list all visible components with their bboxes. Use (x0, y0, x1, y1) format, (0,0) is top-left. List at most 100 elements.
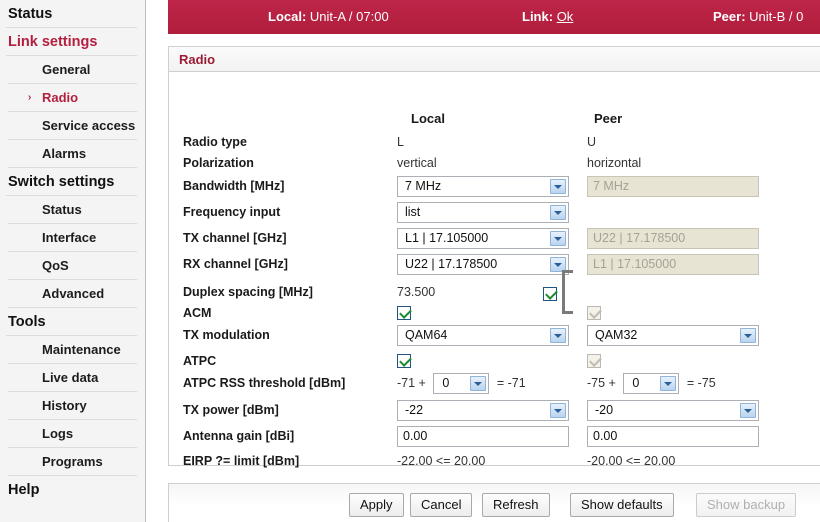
sidebar-navigation: Status Link settings General › Radio Ser… (0, 0, 146, 522)
local-label: Local: (268, 9, 307, 24)
atpc-rss-peer-base: -75 + (587, 376, 616, 390)
sidebar-item-advanced[interactable]: Advanced (8, 280, 137, 308)
atpc-rss-peer-offset-value: 0 (632, 376, 640, 390)
sidebar-item-label: General (42, 62, 91, 77)
row-tx-channel: TX channel [GHz] L1 | 17.105000 U22 | 17… (169, 228, 820, 254)
sidebar-item-radio[interactable]: › Radio (8, 84, 137, 112)
panel-title: Radio (169, 47, 820, 72)
antenna-gain-peer-input[interactable]: 0.00 (587, 426, 759, 447)
sidebar-item-switch-status[interactable]: Status (8, 196, 137, 224)
apply-button[interactable]: Apply (349, 493, 404, 517)
antenna-gain-local-input[interactable]: 0.00 (397, 426, 569, 447)
chevron-down-icon[interactable] (550, 231, 566, 246)
row-atpc-rss-threshold: ATPC RSS threshold [dBm] -71 + 0 = -71 -… (169, 373, 820, 399)
sidebar-item-label: Maintenance (42, 342, 121, 357)
sidebar-item-service-access[interactable]: Service access (8, 112, 137, 140)
sidebar-item-general[interactable]: General (8, 56, 137, 84)
atpc-rss-peer-result: = -75 (686, 376, 716, 390)
eirp-peer-value: -20.00 <= 20.00 (587, 454, 676, 468)
tx-channel-local-select[interactable]: L1 | 17.105000 (397, 228, 569, 249)
sidebar-item-label: Link settings (8, 34, 98, 50)
show-defaults-button[interactable]: Show defaults (570, 493, 674, 517)
bandwidth-label: Bandwidth [MHz] (183, 179, 285, 193)
row-frequency-input: Frequency input list (169, 202, 820, 228)
link-status: Link: Ok (522, 0, 573, 34)
row-rx-channel: RX channel [GHz] U22 | 17.178500 L1 | 17… (169, 254, 820, 280)
sidebar-item-label: Logs (42, 426, 74, 441)
tx-modulation-peer-select[interactable]: QAM32 (587, 325, 759, 346)
refresh-button[interactable]: Refresh (482, 493, 550, 517)
sidebar-item-interface[interactable]: Interface (8, 224, 137, 252)
active-arrow-icon: › (28, 92, 32, 103)
sidebar-item-alarms[interactable]: Alarms (8, 140, 137, 168)
sidebar-item-history[interactable]: History (8, 392, 137, 420)
chevron-down-icon[interactable] (740, 328, 756, 343)
sidebar-item-switch-settings[interactable]: Switch settings (6, 168, 137, 196)
frequency-input-label: Frequency input (183, 205, 281, 219)
chevron-down-icon[interactable] (660, 376, 677, 391)
radio-type-label: Radio type (183, 135, 247, 149)
sidebar-item-tools[interactable]: Tools (6, 308, 137, 336)
link-status-value[interactable]: Ok (557, 9, 574, 24)
sidebar-item-label: Tools (8, 314, 46, 330)
eirp-local-value: -22.00 <= 20.00 (397, 454, 486, 468)
frequency-input-local-value: list (405, 205, 421, 219)
status-header-bar: Local: Unit-A / 07:00 Link: Ok Peer: Uni… (168, 0, 820, 34)
tx-channel-peer-field: U22 | 17.178500 (587, 228, 759, 249)
rx-channel-peer-field: L1 | 17.105000 (587, 254, 759, 275)
tx-channel-label: TX channel [GHz] (183, 231, 287, 245)
sidebar-item-status[interactable]: Status (6, 0, 137, 28)
atpc-local-checkbox[interactable] (397, 354, 411, 368)
link-label: Link: (522, 9, 554, 24)
row-eirp-limit: EIRP ?= limit [dBm] -22.00 <= 20.00 -20.… (169, 451, 820, 477)
sidebar-item-live-data[interactable]: Live data (8, 364, 137, 392)
bandwidth-local-value: 7 MHz (405, 179, 442, 193)
chevron-down-icon[interactable] (550, 403, 566, 418)
atpc-rss-local-offset-select[interactable]: 0 (433, 373, 490, 394)
acm-local-checkbox[interactable] (397, 306, 411, 320)
radio-type-peer-value: U (587, 135, 597, 149)
radio-settings-panel: Radio Local Peer Radio type L U Polariza… (168, 46, 820, 468)
duplex-spacing-label: Duplex spacing [MHz] (183, 285, 313, 299)
tx-modulation-local-value: QAM64 (405, 328, 448, 342)
frequency-input-local-select[interactable]: list (397, 202, 569, 223)
antenna-gain-label: Antenna gain [dBi] (183, 429, 295, 443)
atpc-rss-local-result: = -71 (496, 376, 526, 390)
chevron-down-icon[interactable] (470, 376, 487, 391)
rx-channel-local-value: U22 | 17.178500 (405, 257, 498, 271)
column-header-peer: Peer (594, 111, 623, 126)
tx-power-peer-select[interactable]: -20 (587, 400, 759, 421)
chevron-down-icon[interactable] (550, 179, 566, 194)
sidebar-item-help[interactable]: Help (6, 476, 137, 504)
sidebar-item-label: Radio (42, 90, 79, 105)
tx-power-peer-value: -20 (595, 403, 614, 417)
sidebar-item-maintenance[interactable]: Maintenance (8, 336, 137, 364)
bandwidth-local-select[interactable]: 7 MHz (397, 176, 569, 197)
chevron-down-icon[interactable] (550, 328, 566, 343)
sidebar-item-logs[interactable]: Logs (8, 420, 137, 448)
chevron-down-icon[interactable] (550, 205, 566, 220)
tx-modulation-local-select[interactable]: QAM64 (397, 325, 569, 346)
sidebar-item-link-settings[interactable]: Link settings (6, 28, 137, 56)
sidebar-item-label: Interface (42, 230, 97, 245)
rx-channel-local-select[interactable]: U22 | 17.178500 (397, 254, 569, 275)
row-tx-modulation: TX modulation QAM64 QAM32 (169, 325, 820, 351)
duplex-spacing-local-value: 73.500 (397, 285, 436, 299)
atpc-rss-local-base: -71 + (397, 376, 426, 390)
sidebar-item-qos[interactable]: QoS (8, 252, 137, 280)
local-unit-status: Local: Unit-A / 07:00 (268, 0, 389, 34)
acm-peer-checkbox (587, 306, 601, 320)
cancel-button[interactable]: Cancel (410, 493, 473, 517)
rx-channel-label: RX channel [GHz] (183, 257, 288, 271)
sidebar-item-label: History (42, 398, 87, 413)
tx-modulation-label: TX modulation (183, 328, 270, 342)
atpc-peer-checkbox (587, 354, 601, 368)
polarization-peer-value: horizontal (587, 156, 642, 170)
tx-power-local-select[interactable]: -22 (397, 400, 569, 421)
bandwidth-peer-field: 7 MHz (587, 176, 759, 197)
chevron-down-icon[interactable] (740, 403, 756, 418)
polarization-local-value: vertical (397, 156, 437, 170)
sidebar-item-label: Programs (42, 454, 103, 469)
atpc-rss-peer-offset-select[interactable]: 0 (623, 373, 680, 394)
sidebar-item-programs[interactable]: Programs (8, 448, 137, 476)
